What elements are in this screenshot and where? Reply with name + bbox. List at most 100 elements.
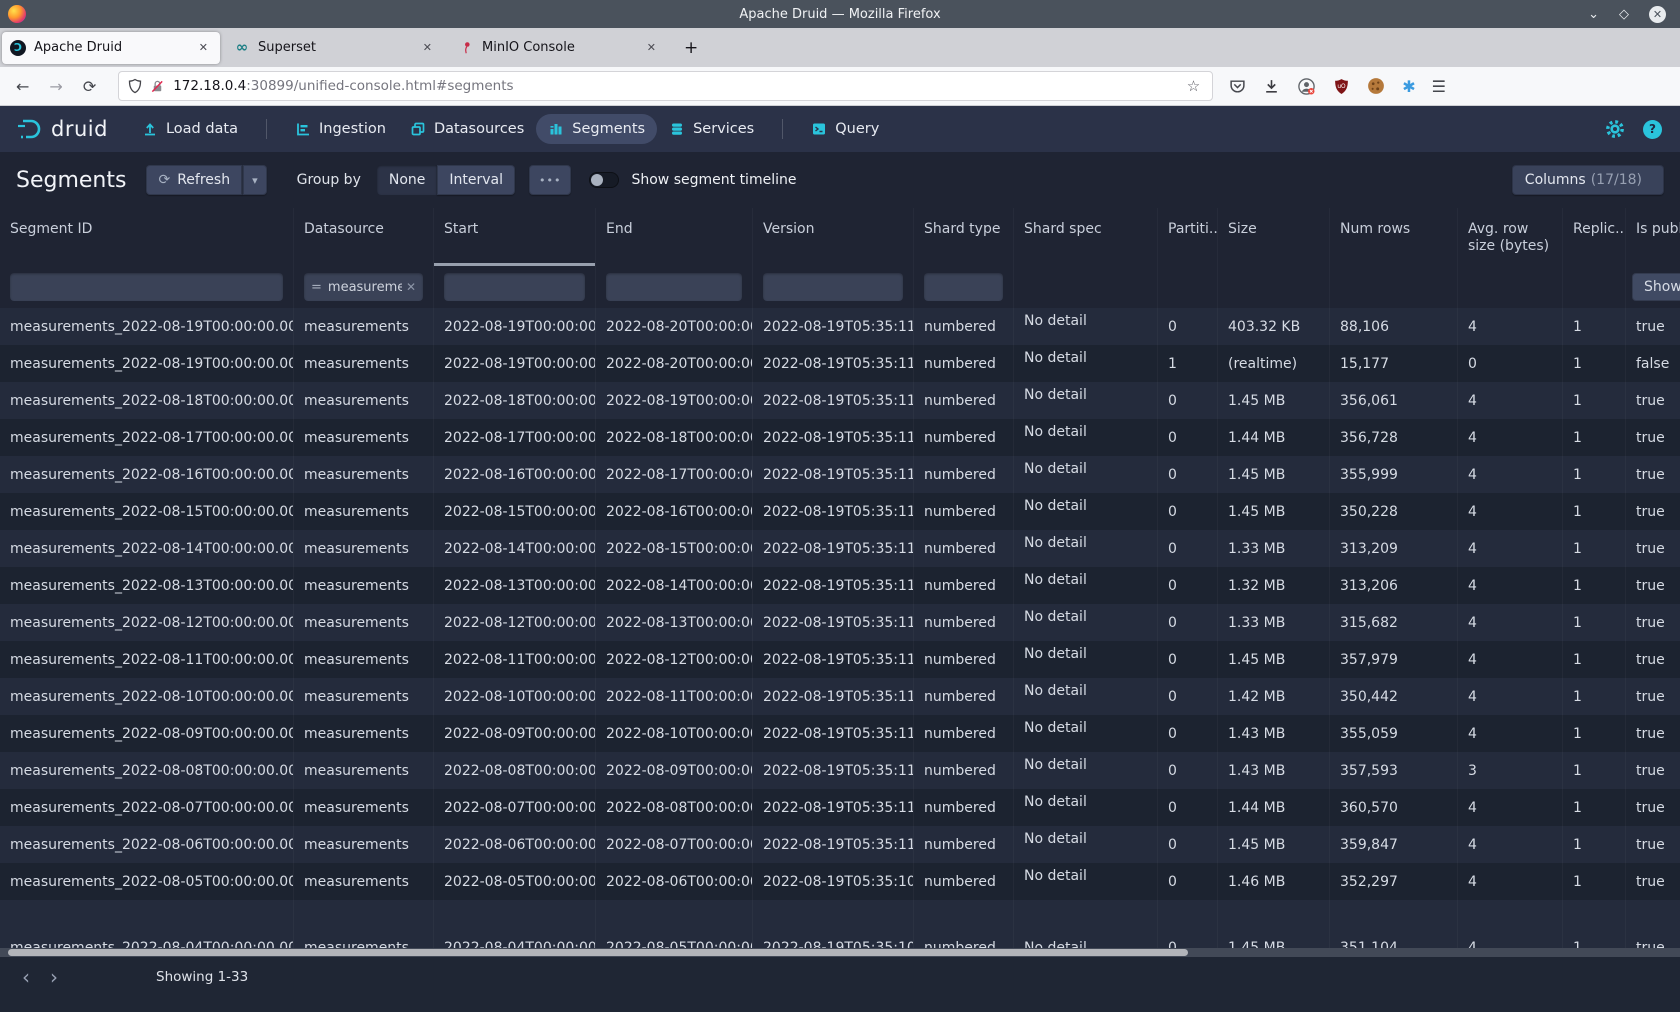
- column-header-is-published[interactable]: Is published: [1626, 208, 1680, 266]
- table-row[interactable]: measurements_2022-08-16T00:00:00.000Z...…: [0, 456, 1680, 493]
- url-bar[interactable]: 172.18.0.4:30899/unified-console.html#se…: [118, 71, 1213, 101]
- refresh-caret-button[interactable]: ▾: [242, 165, 267, 195]
- ublock-origin-icon[interactable]: uO: [1333, 78, 1350, 95]
- table-cell: numbered: [914, 382, 1014, 419]
- table-row[interactable]: measurements_2022-08-19T00:00:00.000Z...…: [0, 345, 1680, 382]
- url-host: 172.18.0.4: [173, 78, 246, 94]
- tab-superset[interactable]: ∞ Superset ✕: [226, 32, 444, 64]
- insecure-lock-icon[interactable]: [150, 79, 165, 94]
- nav-item-load-data[interactable]: Load data: [130, 114, 250, 144]
- table-row[interactable]: measurements_2022-08-14T00:00:00.000Z...…: [0, 530, 1680, 567]
- nav-item-datasources[interactable]: Datasources: [398, 114, 536, 144]
- column-header-version[interactable]: Version: [753, 208, 914, 266]
- new-tab-button[interactable]: +: [674, 36, 708, 60]
- table-cell: 1.44 MB: [1218, 419, 1330, 456]
- table-row[interactable]: measurements_2022-08-11T00:00:00.000Z...…: [0, 641, 1680, 678]
- table-row[interactable]: measurements_2022-08-17T00:00:00.000Z...…: [0, 419, 1680, 456]
- table-cell: 2022-08-19T05:35:11.3...: [753, 641, 914, 678]
- forward-icon[interactable]: →: [39, 77, 72, 96]
- table-row[interactable]: measurements_2022-08-08T00:00:00.000Z...…: [0, 752, 1680, 789]
- column-header-datasource[interactable]: Datasource: [294, 208, 434, 266]
- table-row[interactable]: measurements_2022-08-18T00:00:00.000Z...…: [0, 382, 1680, 419]
- horizontal-scrollbar-thumb[interactable]: [8, 949, 1188, 956]
- help-icon[interactable]: ?: [1643, 120, 1662, 139]
- table-cell: true: [1626, 308, 1680, 345]
- filter-input[interactable]: =measurements✕: [304, 273, 423, 301]
- group-by-interval-button[interactable]: Interval: [437, 165, 515, 195]
- nav-item-ingestion[interactable]: Ingestion: [283, 114, 398, 144]
- nav-item-services[interactable]: Services: [657, 114, 766, 144]
- close-tab-icon[interactable]: ✕: [195, 39, 212, 56]
- table-cell: 2022-08-06T00:00:00.0...: [596, 863, 753, 900]
- column-header-start[interactable]: Start: [434, 208, 596, 266]
- column-header-replic[interactable]: Replic...: [1563, 208, 1626, 266]
- remove-filter-icon[interactable]: ✕: [402, 280, 416, 294]
- column-header-size[interactable]: Size: [1218, 208, 1330, 266]
- pocket-icon[interactable]: [1229, 78, 1246, 95]
- column-header-shard-spec[interactable]: Shard spec: [1014, 208, 1158, 266]
- table-row[interactable]: measurements_2022-08-15T00:00:00.000Z...…: [0, 493, 1680, 530]
- reload-icon[interactable]: ⟳: [73, 77, 106, 96]
- table-row[interactable]: measurements_2022-08-10T00:00:00.000Z...…: [0, 678, 1680, 715]
- table-row[interactable]: measurements_2022-08-09T00:00:00.000Z...…: [0, 715, 1680, 752]
- columns-count: (17/18): [1591, 172, 1642, 188]
- filter-input[interactable]: [924, 273, 1003, 301]
- next-page-icon[interactable]: ›: [40, 967, 68, 987]
- refresh-button[interactable]: ⟳ Refresh: [146, 165, 242, 195]
- table-cell: measurements: [294, 900, 434, 948]
- back-icon[interactable]: ←: [6, 77, 39, 96]
- window-close-icon[interactable]: ✕: [1649, 6, 1666, 23]
- column-header-avg-row-size-bytes[interactable]: Avg. row size (bytes): [1458, 208, 1563, 266]
- url-path: :30899/unified-console.html#segments: [246, 78, 513, 94]
- filter-input[interactable]: [10, 273, 283, 301]
- bookmark-star-icon[interactable]: ☆: [1183, 77, 1204, 95]
- druid-logo[interactable]: druid: [14, 116, 108, 142]
- close-tab-icon[interactable]: ✕: [643, 39, 660, 56]
- close-tab-icon[interactable]: ✕: [419, 39, 436, 56]
- column-header-partiti[interactable]: Partiti...: [1158, 208, 1218, 266]
- extension-asterisk-icon[interactable]: ✱: [1402, 77, 1415, 96]
- is-published-filter-button[interactable]: Show: [1632, 273, 1680, 301]
- table-cell: 352,297: [1330, 863, 1458, 900]
- table-cell: 2022-08-18T00:00:00.0...: [434, 382, 596, 419]
- table-row[interactable]: measurements_2022-08-04T00:00:00.000Z...…: [0, 900, 1680, 948]
- filter-input[interactable]: [763, 273, 903, 301]
- tab-minio-console[interactable]: MinIO Console ✕: [450, 32, 668, 64]
- table-cell: true: [1626, 752, 1680, 789]
- segment-timeline-toggle[interactable]: [589, 172, 619, 188]
- nav-item-query[interactable]: Query: [799, 114, 891, 144]
- filter-cell: [1158, 266, 1218, 308]
- table-row[interactable]: measurements_2022-08-06T00:00:00.000Z...…: [0, 826, 1680, 863]
- horizontal-scrollbar-track[interactable]: [0, 948, 1680, 957]
- downloads-icon[interactable]: [1263, 78, 1280, 95]
- table-cell: 0: [1158, 419, 1218, 456]
- table-row[interactable]: measurements_2022-08-13T00:00:00.000Z...…: [0, 567, 1680, 604]
- table-cell: measurements_2022-08-07T00:00:00.000Z...: [0, 789, 294, 826]
- shield-icon[interactable]: [127, 78, 143, 94]
- window-maximize-icon[interactable]: ◇: [1619, 8, 1629, 21]
- cookie-extension-icon[interactable]: [1367, 77, 1385, 95]
- hamburger-menu-icon[interactable]: ☰: [1432, 77, 1446, 96]
- previous-page-icon[interactable]: ‹: [12, 967, 40, 987]
- table-row[interactable]: measurements_2022-08-05T00:00:00.000Z...…: [0, 863, 1680, 900]
- column-header-num-rows[interactable]: Num rows: [1330, 208, 1458, 266]
- table-cell: true: [1626, 567, 1680, 604]
- table-row[interactable]: measurements_2022-08-07T00:00:00.000Z...…: [0, 789, 1680, 826]
- filter-input[interactable]: [444, 273, 585, 301]
- window-minimize-icon[interactable]: ⌄: [1588, 8, 1599, 21]
- nav-item-segments[interactable]: Segments: [536, 114, 657, 144]
- tab-apache-druid[interactable]: Ɔ Apache Druid ✕: [2, 32, 220, 64]
- table-row[interactable]: measurements_2022-08-19T00:00:00.000Z...…: [0, 308, 1680, 345]
- table-cell: 2022-08-08T00:00:00.0...: [596, 789, 753, 826]
- table-row[interactable]: measurements_2022-08-12T00:00:00.000Z...…: [0, 604, 1680, 641]
- more-options-button[interactable]: •••: [529, 165, 571, 195]
- column-header-end[interactable]: End: [596, 208, 753, 266]
- extension-account-icon[interactable]: [1297, 77, 1316, 96]
- column-header-segment-id[interactable]: Segment ID: [0, 208, 294, 266]
- columns-button[interactable]: Columns (17/18): [1512, 165, 1664, 195]
- filter-input[interactable]: [606, 273, 742, 301]
- url-text[interactable]: 172.18.0.4:30899/unified-console.html#se…: [173, 78, 1183, 94]
- group-by-none-button[interactable]: None: [377, 165, 438, 195]
- settings-gear-icon[interactable]: [1605, 119, 1625, 139]
- column-header-shard-type[interactable]: Shard type: [914, 208, 1014, 266]
